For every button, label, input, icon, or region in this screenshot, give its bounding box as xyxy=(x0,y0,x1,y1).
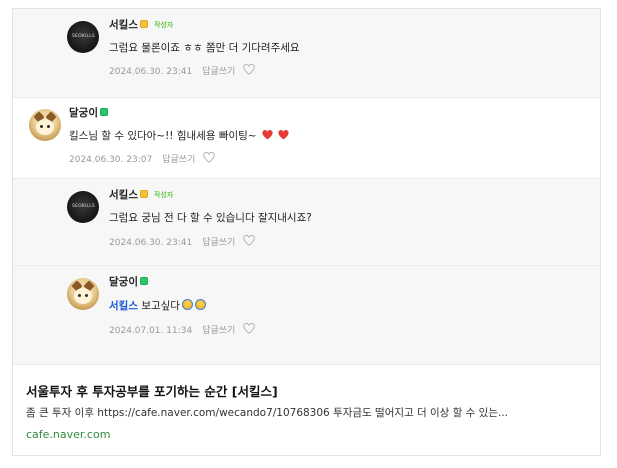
link-preview-description: 좀 큰 투자 이후 https://cafe.naver.com/wecando… xyxy=(26,407,509,419)
comment-text: 서킬스 보고싶다 xyxy=(109,299,206,313)
smiling-face-emoji xyxy=(194,299,206,310)
comment-meta: 2024.06.30. 23:41 답글쓰기 xyxy=(109,64,256,78)
author-name: 서킬스 xyxy=(109,189,138,201)
link-preview-title[interactable]: 서울투자 후 투자공부를 포기하는 순간 [서킬스] xyxy=(26,381,278,400)
comment-date: 2024.06.30. 23:41 xyxy=(109,238,193,248)
comment-date: 2024.07.01. 11:34 xyxy=(109,326,193,336)
mention-link[interactable]: 서킬스 xyxy=(109,300,138,312)
avatar-text: SEOKILLS xyxy=(72,34,95,39)
comment-author[interactable]: 달궁이 xyxy=(69,106,108,120)
reply-button[interactable]: 답글쓰기 xyxy=(202,67,235,77)
author-avatar[interactable]: SEOKILLS xyxy=(67,191,99,223)
author-avatar[interactable]: SEOKILLS xyxy=(67,21,99,53)
comment-thread: SEOKILLS 서킬스 작성자 그럼요 물론이죠 ㅎㅎ 쫌만 더 기다려주세요 … xyxy=(13,9,600,364)
comment-body: 보고싶다 xyxy=(141,300,180,312)
comment-card: SEOKILLS 서킬스 작성자 그럼요 물론이죠 ㅎㅎ 쫌만 더 기다려주세요 … xyxy=(12,8,601,456)
comment-meta: 2024.07.01. 11:34 답글쓰기 xyxy=(109,323,256,337)
reply-button[interactable]: 답글쓰기 xyxy=(162,155,195,165)
heart-outline-icon[interactable] xyxy=(203,152,216,163)
red-heart-emoji xyxy=(262,130,273,140)
link-preview-domain[interactable]: cafe.naver.com xyxy=(26,428,110,441)
level-badge-icon xyxy=(139,277,148,285)
comment-reply: 달궁이 서킬스 보고싶다 2024.07.01. 11:34 답글쓰기 xyxy=(13,266,600,364)
author-avatar[interactable] xyxy=(67,278,99,310)
author-name: 달궁이 xyxy=(69,107,98,119)
avatar-text: SEOKILLS xyxy=(72,204,95,209)
author-name: 서킬스 xyxy=(109,19,138,31)
avatar-face xyxy=(74,288,92,304)
comment-author[interactable]: 서킬스 작성자 xyxy=(109,188,173,202)
avatar-eye xyxy=(78,294,81,297)
comment-author[interactable]: 달궁이 xyxy=(109,275,148,289)
level-badge-icon xyxy=(99,108,108,116)
avatar-eye xyxy=(85,294,88,297)
comment-item: 달궁이 킬스님 할 수 있다아~!! 힘내세용 빠이팅~ 2024.06.30.… xyxy=(13,98,600,178)
comment-meta: 2024.06.30. 23:41 답글쓰기 xyxy=(109,235,256,249)
heart-outline-icon[interactable] xyxy=(243,235,256,246)
link-preview[interactable]: 서울투자 후 투자공부를 포기하는 순간 [서킬스] 좀 큰 투자 이후 htt… xyxy=(13,364,600,455)
writer-tag: 작성자 xyxy=(153,21,174,29)
comment-meta: 2024.06.30. 23:07 답글쓰기 xyxy=(69,152,216,166)
heart-outline-icon[interactable] xyxy=(243,323,256,334)
avatar-face xyxy=(36,119,54,135)
comment-date: 2024.06.30. 23:41 xyxy=(109,67,193,77)
level-badge-icon xyxy=(139,190,148,198)
comment-text: 그럼요 궁님 전 다 할 수 있습니다 잘지내시죠? xyxy=(109,212,312,224)
comment-text: 그럼요 물론이죠 ㅎㅎ 쫌만 더 기다려주세요 xyxy=(109,42,300,54)
comment-reply: SEOKILLS 서킬스 작성자 그럼요 궁님 전 다 할 수 있습니다 잘지내시… xyxy=(13,179,600,265)
smiling-face-emoji xyxy=(181,299,193,310)
author-name: 달궁이 xyxy=(109,276,138,288)
avatar-eye xyxy=(47,125,50,128)
comment-text: 킬스님 할 수 있다아~!! 힘내세용 빠이팅~ xyxy=(69,129,289,143)
comment-reply: SEOKILLS 서킬스 작성자 그럼요 물론이죠 ㅎㅎ 쫌만 더 기다려주세요 … xyxy=(13,9,600,97)
comment-author[interactable]: 서킬스 작성자 xyxy=(109,18,173,32)
author-avatar[interactable] xyxy=(29,109,61,141)
comment-date: 2024.06.30. 23:07 xyxy=(69,155,153,165)
comment-body: 킬스님 할 수 있다아~!! 힘내세용 빠이팅~ xyxy=(69,130,257,142)
avatar-eye xyxy=(40,125,43,128)
heart-outline-icon[interactable] xyxy=(243,64,256,75)
writer-tag: 작성자 xyxy=(153,191,174,199)
reply-button[interactable]: 답글쓰기 xyxy=(202,326,235,336)
red-heart-emoji xyxy=(278,130,289,140)
level-badge-icon xyxy=(139,20,148,28)
reply-button[interactable]: 답글쓰기 xyxy=(202,238,235,248)
